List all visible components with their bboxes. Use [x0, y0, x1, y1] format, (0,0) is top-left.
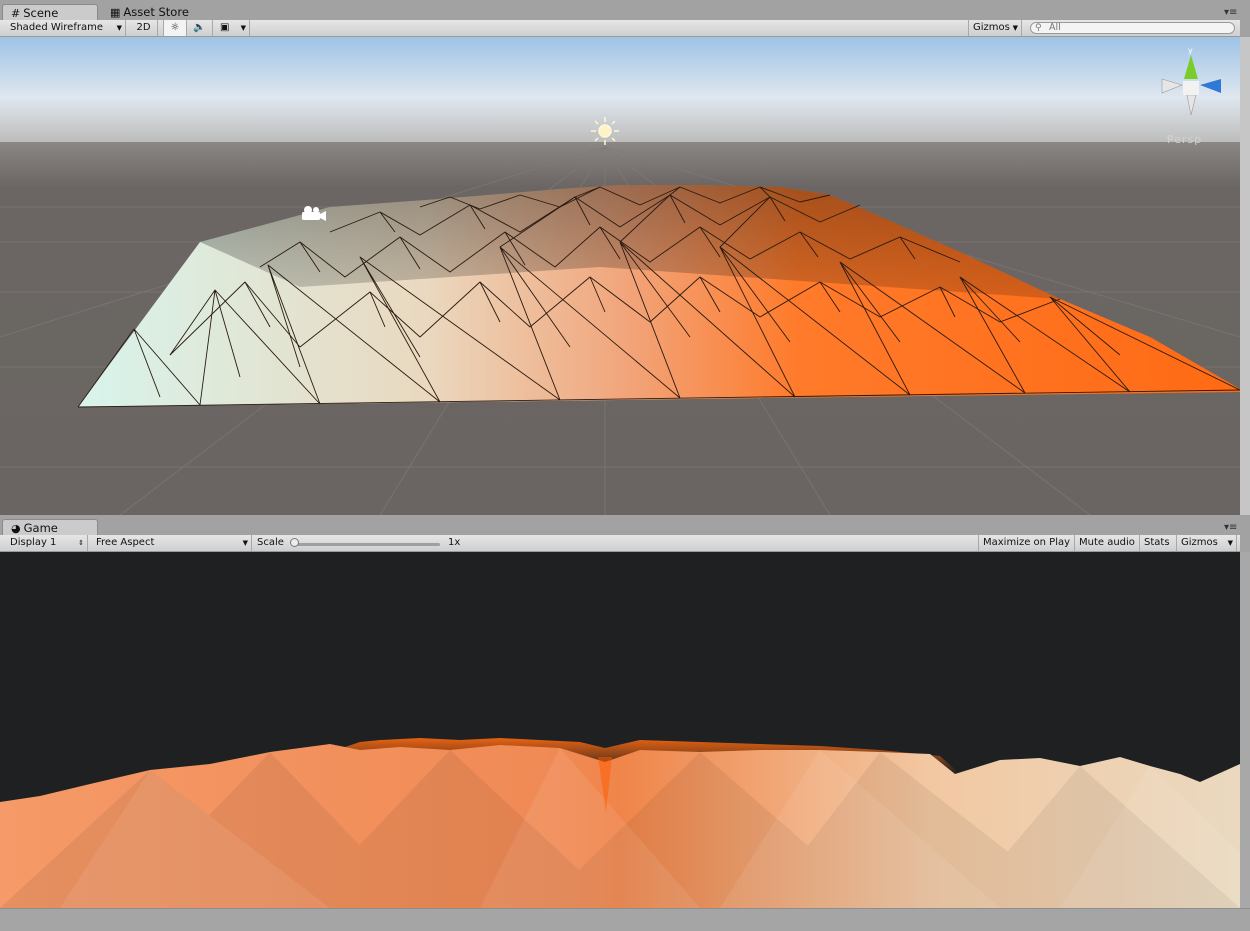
lighting-toggle[interactable]: ☼	[163, 20, 187, 36]
game-tabstrip: ◕ Game ▾≡	[0, 518, 1250, 535]
chevron-down-icon: ▼	[242, 539, 248, 547]
game-render	[0, 738, 1240, 908]
sun-icon: ☼	[170, 22, 180, 33]
chevron-down-icon: ▼	[1012, 24, 1018, 32]
aspect-dropdown[interactable]: Free Aspect ▼	[92, 535, 252, 551]
tab-game-label: Game	[23, 521, 58, 535]
game-viewport[interactable]	[0, 552, 1240, 908]
scale-slider-thumb[interactable]	[290, 538, 299, 547]
tab-asset-store[interactable]: ▦ Asset Store	[102, 4, 202, 20]
draw-mode-dropdown[interactable]: Shaded Wireframe ▼	[0, 20, 126, 36]
svg-text:y: y	[1188, 46, 1193, 55]
gizmos-dropdown-game[interactable]: Gizmos ▼	[1177, 535, 1237, 551]
tab-scene-label: Scene	[23, 6, 59, 20]
display-label: Display 1	[10, 537, 57, 548]
scale-label: Scale	[257, 537, 284, 548]
gizmos-label: Gizmos	[973, 22, 1010, 33]
right-edge-scrollbar[interactable]	[1240, 37, 1250, 515]
updown-icon: ⇕	[78, 539, 84, 547]
store-bag-icon: ▦	[110, 6, 121, 19]
draw-mode-label: Shaded Wireframe	[10, 22, 103, 33]
maximize-on-play-toggle[interactable]: Maximize on Play	[978, 535, 1075, 551]
chevron-down-icon: ▼	[240, 24, 246, 32]
scene-render: y	[0, 37, 1240, 515]
scale-value: 1x	[448, 537, 461, 548]
chevron-down-icon: ▼	[1227, 539, 1233, 547]
search-placeholder: All	[1049, 22, 1061, 33]
chevron-down-icon: ▼	[116, 24, 122, 32]
panel-menu-icon[interactable]: ▾≡	[1224, 7, 1237, 18]
status-bar	[0, 908, 1250, 931]
mode-2d-button[interactable]: 2D	[130, 20, 158, 36]
panel-menu-icon[interactable]: ▾≡	[1224, 522, 1237, 533]
gizmos-game-label: Gizmos	[1181, 537, 1218, 548]
tab-game[interactable]: ◕ Game	[2, 519, 98, 535]
speaker-icon: 🔈	[193, 22, 206, 33]
tab-scene[interactable]: # Scene	[2, 4, 98, 20]
search-icon: ⚲	[1035, 23, 1042, 33]
scene-tabstrip: # Scene ▦ Asset Store ▾≡	[0, 3, 1250, 20]
tab-asset-store-label: Asset Store	[123, 5, 189, 19]
audio-toggle[interactable]: 🔈	[187, 20, 213, 36]
mute-audio-toggle[interactable]: Mute audio	[1075, 535, 1140, 551]
scene-toolbar: Shaded Wireframe ▼ 2D ☼ 🔈 ▣ ▼ Gizmos ▼ ⚲…	[0, 20, 1240, 37]
back-arrow-icon: <	[1165, 131, 1175, 144]
right-edge-game	[1240, 552, 1250, 908]
stats-toggle[interactable]: Stats	[1140, 535, 1177, 551]
image-icon: ▣	[220, 22, 230, 33]
aspect-label: Free Aspect	[96, 537, 155, 548]
gizmos-dropdown[interactable]: Gizmos ▼	[968, 20, 1022, 36]
search-input[interactable]: ⚲ All	[1030, 22, 1235, 34]
scene-viewport[interactable]: y Persp <	[0, 37, 1240, 515]
display-dropdown[interactable]: Display 1 ⇕	[0, 535, 88, 551]
directional-light-icon	[591, 117, 619, 145]
effects-dropdown[interactable]: ▣ ▼	[216, 20, 250, 36]
game-toolbar: Display 1 ⇕ Free Aspect ▼ Scale 1x Maxim…	[0, 535, 1240, 552]
scale-slider-track[interactable]	[294, 543, 440, 546]
